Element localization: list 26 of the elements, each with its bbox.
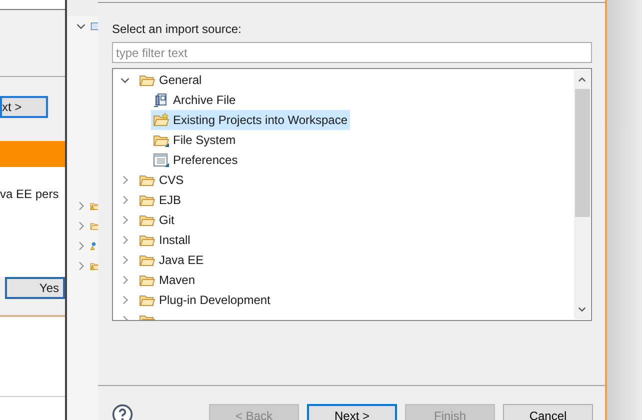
prompt-label: Select an import source: xyxy=(112,21,242,38)
dialog-button[interactable]: Cancel xyxy=(503,404,593,420)
tree-item[interactable]: Git xyxy=(137,210,176,230)
window-icon xyxy=(153,152,169,168)
yes-button[interactable]: Yes xyxy=(5,277,65,299)
tree-item[interactable]: General xyxy=(137,70,204,90)
filter-field[interactable]: type filter text xyxy=(112,42,592,63)
message-text: va EE pers xyxy=(0,187,59,201)
tree-item[interactable]: EJB xyxy=(137,190,184,210)
tree-item[interactable]: File System xyxy=(151,130,238,150)
partial-button[interactable]: xt > xyxy=(0,96,48,118)
dialog-button[interactable]: Next > xyxy=(307,404,397,420)
tree-item[interactable]: Preferences xyxy=(151,150,240,170)
folder-star-icon xyxy=(153,112,169,128)
archive-icon xyxy=(153,92,169,108)
tree-item[interactable]: CVS xyxy=(137,170,186,190)
tree-item[interactable]: Maven xyxy=(137,270,198,290)
tree-item[interactable]: Java EE xyxy=(137,250,206,270)
tree-item[interactable]: Archive File xyxy=(151,90,238,110)
scrollbar-thumb[interactable] xyxy=(574,89,590,217)
help-icon xyxy=(112,404,133,420)
tree-item[interactable]: Plug-in Development xyxy=(137,290,272,310)
scrollbar[interactable] xyxy=(574,70,590,319)
title-bar xyxy=(0,141,65,167)
tree-item[interactable]: Existing Projects into Workspace xyxy=(151,110,350,130)
tree-item[interactable]: Install xyxy=(137,230,192,250)
